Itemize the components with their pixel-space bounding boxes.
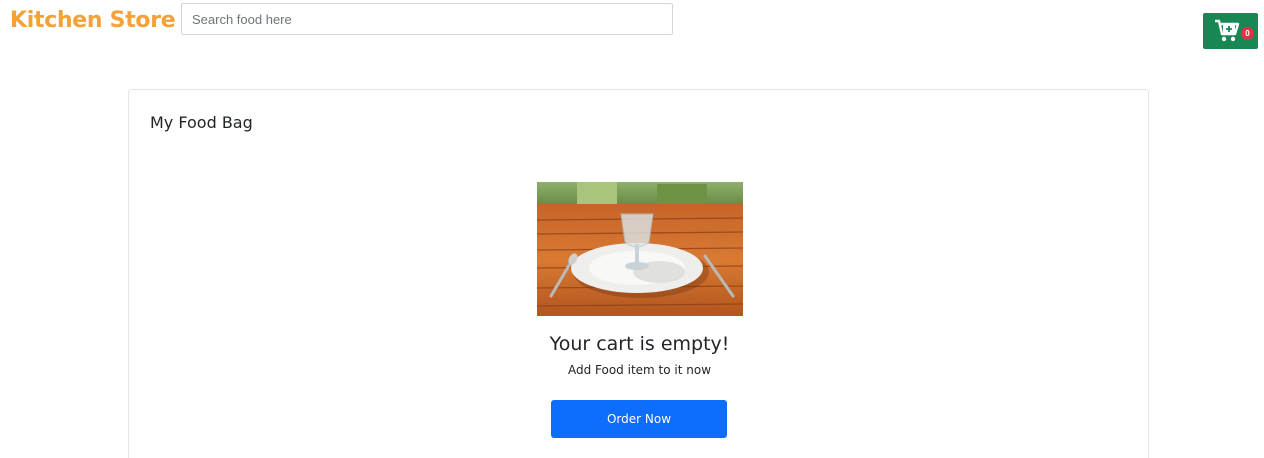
food-bag-card: My Food Bag Your cart is empty! Add Food… [128, 89, 1149, 458]
page: Kitchen Store 0 My Food Bag [0, 0, 1264, 458]
cart-count-badge: 0 [1241, 27, 1254, 40]
search-input[interactable] [181, 3, 673, 35]
brand-logo[interactable]: Kitchen Store [10, 8, 176, 33]
empty-cart-subtitle: Add Food item to it now [567, 363, 712, 377]
cart-plus-icon [1215, 19, 1240, 42]
empty-cart-title: Your cart is empty! [549, 333, 730, 355]
order-now-button[interactable]: Order Now [551, 400, 727, 438]
card-title: My Food Bag [150, 113, 253, 132]
cart-button[interactable]: 0 [1203, 13, 1258, 49]
empty-plate-photo [537, 182, 743, 316]
